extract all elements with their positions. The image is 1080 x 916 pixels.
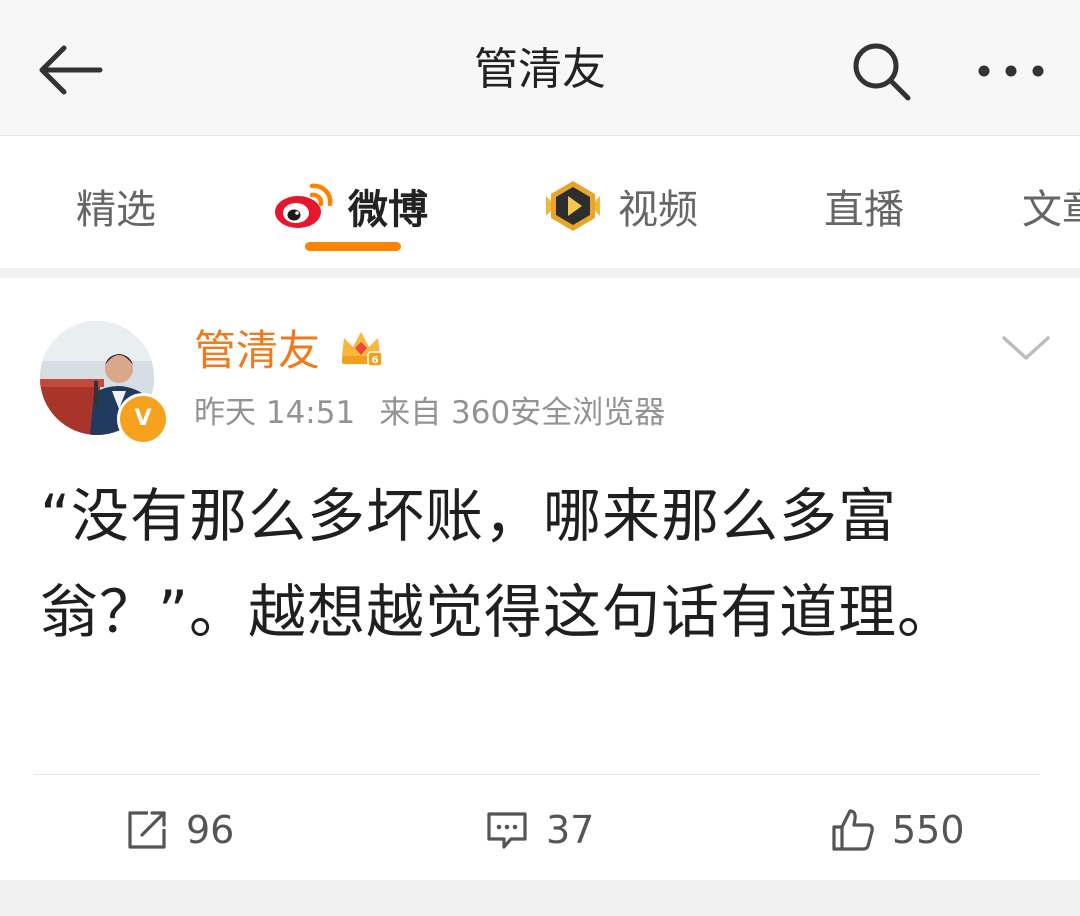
tab-label: 文章 [1022,187,1080,233]
like-count: 550 [892,808,965,852]
post-time: 昨天 14:51 [194,395,356,431]
vip-crown-icon: 6 [342,332,383,367]
tab-live[interactable]: 直播 [824,176,904,236]
tab-article[interactable]: 文章 [1022,176,1080,236]
tab-label: 精选 [76,187,156,233]
author-name[interactable]: 管清友 [194,322,320,380]
profile-tab-bar: 精选 微博 视频 直播 文章 [0,136,1080,268]
page-title: 管清友 [474,44,606,95]
post-card: V 管清友 6 昨天 14:51 来自 360安全浏览器 “没有那么多坏账，哪来那… [0,278,1080,880]
tab-featured[interactable]: 精选 [76,176,156,236]
tab-label: 视频 [618,187,698,233]
tab-weibo[interactable]: 微博 [272,176,428,236]
more-dots-icon[interactable] [976,56,1046,86]
bottom-spacer [0,880,1080,916]
tab-label: 直播 [824,187,904,233]
tab-video[interactable]: 视频 [542,176,698,236]
comment-button[interactable]: 37 [484,802,594,858]
repost-button[interactable]: 96 [124,802,234,858]
like-button[interactable]: 550 [830,802,965,858]
chevron-down-icon[interactable] [1000,330,1052,366]
top-nav-bar: 管清友 [0,0,1080,136]
post-body-text[interactable]: “没有那么多坏账，哪来那么多富翁？”。越想越觉得这句话有道理。 [40,468,1040,660]
verified-badge: V [117,393,169,445]
search-icon[interactable] [848,38,914,104]
repost-icon [128,811,166,849]
comment-count: 37 [546,808,595,852]
post-meta: 昨天 14:51 来自 360安全浏览器 [194,390,665,436]
active-tab-indicator [305,242,401,251]
svg-text:6: 6 [372,355,379,366]
weibo-logo-icon [275,183,333,228]
tab-label: 微博 [348,187,428,233]
post-source[interactable]: 来自 360安全浏览器 [379,395,665,431]
like-icon [832,809,874,851]
video-badge-icon [546,181,600,231]
repost-count: 96 [186,808,235,852]
section-divider [0,268,1080,278]
action-divider [34,774,1040,775]
comment-icon [487,812,527,849]
